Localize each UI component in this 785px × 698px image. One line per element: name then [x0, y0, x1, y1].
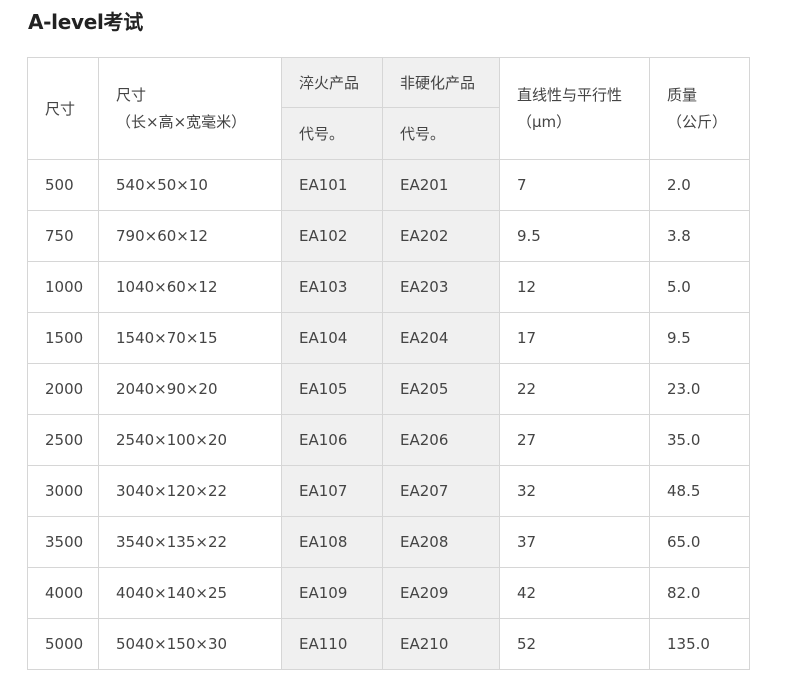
- cell-quenched-code: EA104: [281, 312, 383, 364]
- table-row: 1500 1540×70×15 EA104 EA204 17 9.5: [27, 312, 750, 364]
- cell-straightness: 37: [499, 516, 650, 568]
- header-mass: 质量 （公斤）: [649, 57, 750, 160]
- header-non-hardened-code: 代号。: [382, 107, 500, 160]
- header-quenched-code-label: 代号。: [299, 125, 345, 143]
- cell-size: 3500: [27, 516, 99, 568]
- cell-size: 5000: [27, 618, 99, 670]
- page-title: A-level考试: [28, 10, 143, 34]
- cell-straightness: 27: [499, 414, 650, 466]
- header-dimensions-unit: （长×高×宽毫米）: [116, 112, 247, 131]
- table-row: 3000 3040×120×22 EA107 EA207 32 48.5: [27, 465, 750, 517]
- cell-dimensions: 2540×100×20: [98, 414, 282, 466]
- cell-non-hardened-code: EA207: [382, 465, 500, 517]
- cell-straightness: 7: [499, 159, 650, 211]
- table-row: 3500 3540×135×22 EA108 EA208 37 65.0: [27, 516, 750, 568]
- table-body: 500 540×50×10 EA101 EA201 7 2.0 750 790×60×12 EA…: [27, 159, 750, 670]
- cell-quenched-code: EA105: [281, 363, 383, 415]
- cell-non-hardened-code: EA205: [382, 363, 500, 415]
- cell-size: 2500: [27, 414, 99, 466]
- table-row: 4000 4040×140×25 EA109 EA209 42 82.0: [27, 567, 750, 619]
- cell-dimensions: 1040×60×12: [98, 261, 282, 313]
- header-size-label: 尺寸: [45, 100, 76, 118]
- cell-size: 3000: [27, 465, 99, 517]
- cell-non-hardened-code: EA206: [382, 414, 500, 466]
- cell-mass: 2.0: [649, 159, 750, 211]
- cell-straightness: 9.5: [499, 210, 650, 262]
- header-non-hardened-group: 非硬化产品: [382, 57, 500, 108]
- cell-dimensions: 540×50×10: [98, 159, 282, 211]
- header-dimensions-label: 尺寸: [116, 85, 147, 104]
- header-straightness-unit: （μm）: [517, 112, 572, 131]
- header-quenched-group: 淬火产品: [281, 57, 383, 108]
- table-row: 500 540×50×10 EA101 EA201 7 2.0: [27, 159, 750, 211]
- cell-quenched-code: EA103: [281, 261, 383, 313]
- cell-non-hardened-code: EA201: [382, 159, 500, 211]
- cell-size: 4000: [27, 567, 99, 619]
- header-straightness-label: 直线性与平行性: [517, 85, 623, 104]
- cell-mass: 9.5: [649, 312, 750, 364]
- cell-non-hardened-code: EA209: [382, 567, 500, 619]
- table-row: 2000 2040×90×20 EA105 EA205 22 23.0: [27, 363, 750, 415]
- cell-quenched-code: EA102: [281, 210, 383, 262]
- header-quenched-label: 淬火产品: [299, 74, 360, 92]
- cell-non-hardened-code: EA204: [382, 312, 500, 364]
- cell-quenched-code: EA107: [281, 465, 383, 517]
- cell-mass: 82.0: [649, 567, 750, 619]
- cell-quenched-code: EA101: [281, 159, 383, 211]
- cell-straightness: 17: [499, 312, 650, 364]
- header-row: 尺寸 尺寸 （长×高×宽毫米） 淬火产品 非硬化产品 直线性与平行性 （μm）: [27, 57, 750, 160]
- header-non-hardened-label: 非硬化产品: [400, 74, 476, 92]
- header-size: 尺寸: [27, 57, 99, 160]
- table-row: 1000 1040×60×12 EA103 EA203 12 5.0: [27, 261, 750, 313]
- cell-mass: 5.0: [649, 261, 750, 313]
- cell-mass: 65.0: [649, 516, 750, 568]
- cell-size: 500: [27, 159, 99, 211]
- cell-mass: 23.0: [649, 363, 750, 415]
- cell-non-hardened-code: EA203: [382, 261, 500, 313]
- header-dimensions: 尺寸 （长×高×宽毫米）: [98, 57, 282, 160]
- cell-straightness: 52: [499, 618, 650, 670]
- cell-dimensions: 4040×140×25: [98, 567, 282, 619]
- header-non-hardened-code-label: 代号。: [400, 125, 446, 143]
- header-mass-label: 质量: [667, 85, 698, 104]
- cell-dimensions: 790×60×12: [98, 210, 282, 262]
- spec-table: 尺寸 尺寸 （长×高×宽毫米） 淬火产品 非硬化产品 直线性与平行性 （μm）: [27, 57, 750, 670]
- cell-non-hardened-code: EA210: [382, 618, 500, 670]
- header-quenched-code: 代号。: [281, 107, 383, 160]
- cell-mass: 3.8: [649, 210, 750, 262]
- cell-size: 1500: [27, 312, 99, 364]
- header-straightness: 直线性与平行性 （μm）: [499, 57, 650, 160]
- cell-straightness: 32: [499, 465, 650, 517]
- cell-straightness: 12: [499, 261, 650, 313]
- cell-quenched-code: EA108: [281, 516, 383, 568]
- cell-quenched-code: EA110: [281, 618, 383, 670]
- cell-non-hardened-code: EA208: [382, 516, 500, 568]
- cell-size: 1000: [27, 261, 99, 313]
- cell-mass: 48.5: [649, 465, 750, 517]
- header-mass-unit: （公斤）: [667, 112, 728, 131]
- cell-dimensions: 5040×150×30: [98, 618, 282, 670]
- cell-quenched-code: EA106: [281, 414, 383, 466]
- table-row: 750 790×60×12 EA102 EA202 9.5 3.8: [27, 210, 750, 262]
- cell-mass: 35.0: [649, 414, 750, 466]
- cell-size: 750: [27, 210, 99, 262]
- table-row: 5000 5040×150×30 EA110 EA210 52 135.0: [27, 618, 750, 670]
- cell-dimensions: 2040×90×20: [98, 363, 282, 415]
- cell-straightness: 42: [499, 567, 650, 619]
- cell-dimensions: 3040×120×22: [98, 465, 282, 517]
- cell-quenched-code: EA109: [281, 567, 383, 619]
- cell-dimensions: 1540×70×15: [98, 312, 282, 364]
- cell-straightness: 22: [499, 363, 650, 415]
- cell-non-hardened-code: EA202: [382, 210, 500, 262]
- cell-size: 2000: [27, 363, 99, 415]
- table-row: 2500 2540×100×20 EA106 EA206 27 35.0: [27, 414, 750, 466]
- cell-dimensions: 3540×135×22: [98, 516, 282, 568]
- cell-mass: 135.0: [649, 618, 750, 670]
